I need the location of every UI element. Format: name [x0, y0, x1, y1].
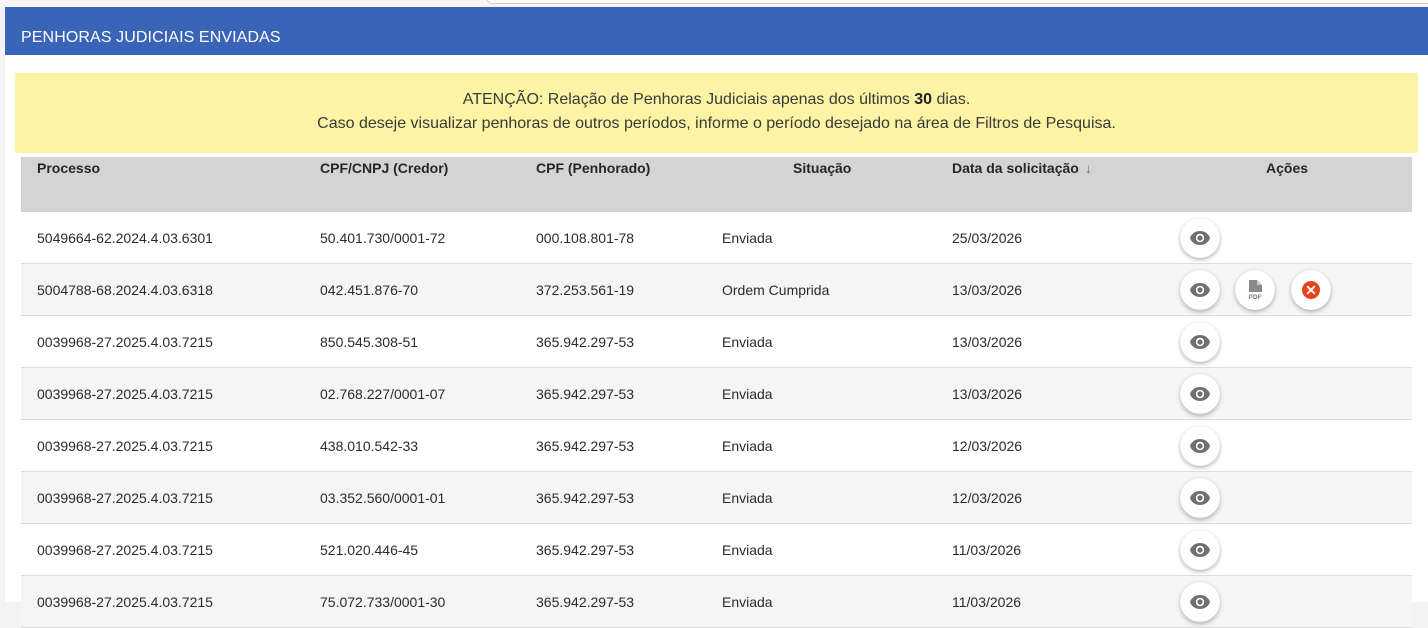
cell-data: 12/03/2026	[952, 438, 1023, 454]
eye-icon	[1189, 542, 1211, 558]
col-header-data-solicitacao[interactable]: Data da solicitação ↓	[952, 160, 1092, 176]
view-button[interactable]	[1180, 426, 1220, 466]
cell-credor: 438.010.542-33	[320, 438, 419, 454]
panel-header: PENHORAS JUDICIAIS ENVIADAS	[5, 7, 1428, 55]
cell-situacao: Enviada	[722, 386, 773, 402]
table-row: 0039968-27.2025.4.03.7215 850.545.308-51 3…	[21, 316, 1412, 368]
view-button[interactable]	[1180, 270, 1220, 310]
cell-penhorado: 365.942.297-53	[536, 386, 635, 402]
view-button[interactable]	[1180, 530, 1220, 570]
cell-credor: 02.768.227/0001-07	[320, 386, 446, 402]
top-search-field-edge	[486, 0, 1428, 4]
cell-data: 11/03/2026	[952, 594, 1022, 610]
cell-data: 12/03/2026	[952, 490, 1023, 506]
table-row: 0039968-27.2025.4.03.7215 438.010.542-33 3…	[21, 420, 1412, 472]
eye-icon	[1189, 594, 1211, 610]
table-header: Processo CPF/CNPJ (Credor) CPF (Penhorad…	[21, 157, 1412, 212]
table-row: 0039968-27.2025.4.03.7215 03.352.560/0001…	[21, 472, 1412, 524]
cell-processo: 0039968-27.2025.4.03.7215	[37, 542, 213, 558]
cell-data: 13/03/2026	[952, 282, 1023, 298]
alert-days: 30	[914, 91, 933, 108]
pdf-file-icon: PDF	[1244, 279, 1266, 301]
cell-penhorado: 365.942.297-53	[536, 334, 635, 350]
view-button[interactable]	[1180, 478, 1220, 518]
view-button[interactable]	[1180, 374, 1220, 414]
cell-penhorado: 365.942.297-53	[536, 490, 635, 506]
sort-down-icon[interactable]: ↓	[1085, 160, 1092, 176]
cell-processo: 0039968-27.2025.4.03.7215	[37, 594, 213, 610]
cell-situacao: Enviada	[722, 230, 773, 246]
cell-situacao: Enviada	[722, 490, 773, 506]
cell-credor: 75.072.733/0001-30	[320, 594, 446, 610]
table-row: 0039968-27.2025.4.03.7215 75.072.733/0001…	[21, 576, 1412, 628]
cell-processo: 0039968-27.2025.4.03.7215	[37, 490, 213, 506]
cell-data: 11/03/2026	[952, 542, 1022, 558]
cancel-button[interactable]	[1291, 270, 1331, 310]
cell-penhorado: 000.108.801-78	[536, 230, 635, 246]
eye-icon	[1189, 490, 1211, 506]
panel-title: PENHORAS JUDICIAIS ENVIADAS	[21, 29, 281, 46]
eye-icon	[1189, 230, 1211, 246]
cell-situacao: Enviada	[722, 334, 773, 350]
eye-icon	[1189, 282, 1211, 298]
attention-alert: ATENÇÃO: Relação de Penhoras Judiciais a…	[15, 73, 1418, 153]
col-header-data-label: Data da solicitação	[952, 160, 1079, 176]
eye-icon	[1189, 386, 1211, 402]
alert-suffix: dias.	[932, 91, 971, 108]
cell-data: 25/03/2026	[952, 230, 1023, 246]
col-header-situacao[interactable]: Situação	[793, 160, 851, 176]
alert-prefix: ATENÇÃO: Relação de Penhoras Judiciais a…	[462, 91, 915, 108]
alert-line-1: ATENÇÃO: Relação de Penhoras Judiciais a…	[15, 88, 1418, 112]
pdf-button[interactable]: PDF	[1235, 270, 1275, 310]
view-button[interactable]	[1180, 582, 1220, 622]
view-button[interactable]	[1180, 322, 1220, 362]
cell-credor: 521.020.446-45	[320, 542, 419, 558]
browser-top-strip	[0, 0, 1428, 7]
cell-penhorado: 365.942.297-53	[536, 438, 635, 454]
cell-credor: 042.451.876-70	[320, 282, 419, 298]
cell-credor: 850.545.308-51	[320, 334, 419, 350]
cell-situacao: Enviada	[722, 594, 773, 610]
col-header-acoes: Ações	[1266, 160, 1309, 176]
table-body: 5049664-62.2024.4.03.6301 50.401.730/0001…	[21, 212, 1412, 628]
penhoras-table: Processo CPF/CNPJ (Credor) CPF (Penhorad…	[21, 157, 1412, 628]
table-row: 5004788-68.2024.4.03.6318 042.451.876-70 3…	[21, 264, 1412, 316]
eye-icon	[1189, 334, 1211, 350]
table-row: 5049664-62.2024.4.03.6301 50.401.730/0001…	[21, 212, 1412, 264]
alert-line-2: Caso deseje visualizar penhoras de outro…	[317, 115, 1116, 132]
svg-text:PDF: PDF	[1249, 294, 1262, 301]
col-header-penhorado[interactable]: CPF (Penhorado)	[536, 160, 650, 176]
cell-processo: 0039968-27.2025.4.03.7215	[37, 386, 213, 402]
cell-situacao: Ordem Cumprida	[722, 282, 830, 298]
cell-processo: 5004788-68.2024.4.03.6318	[37, 282, 213, 298]
eye-icon	[1189, 438, 1211, 454]
table-row: 0039968-27.2025.4.03.7215 02.768.227/0001…	[21, 368, 1412, 420]
cell-penhorado: 365.942.297-53	[536, 594, 635, 610]
cell-penhorado: 365.942.297-53	[536, 542, 635, 558]
cell-processo: 0039968-27.2025.4.03.7215	[37, 334, 213, 350]
col-header-credor[interactable]: CPF/CNPJ (Credor)	[320, 160, 448, 176]
col-header-processo[interactable]: Processo	[37, 160, 100, 176]
cell-situacao: Enviada	[722, 542, 773, 558]
cell-data: 13/03/2026	[952, 334, 1023, 350]
cell-processo: 0039968-27.2025.4.03.7215	[37, 438, 213, 454]
cell-situacao: Enviada	[722, 438, 773, 454]
cell-credor: 03.352.560/0001-01	[320, 490, 446, 506]
cell-penhorado: 372.253.561-19	[536, 282, 635, 298]
view-button[interactable]	[1180, 218, 1220, 258]
cell-data: 13/03/2026	[952, 386, 1023, 402]
cancel-x-icon	[1301, 280, 1321, 300]
table-row: 0039968-27.2025.4.03.7215 521.020.446-45 3…	[21, 524, 1412, 576]
cell-credor: 50.401.730/0001-72	[320, 230, 446, 246]
cell-processo: 5049664-62.2024.4.03.6301	[37, 230, 213, 246]
